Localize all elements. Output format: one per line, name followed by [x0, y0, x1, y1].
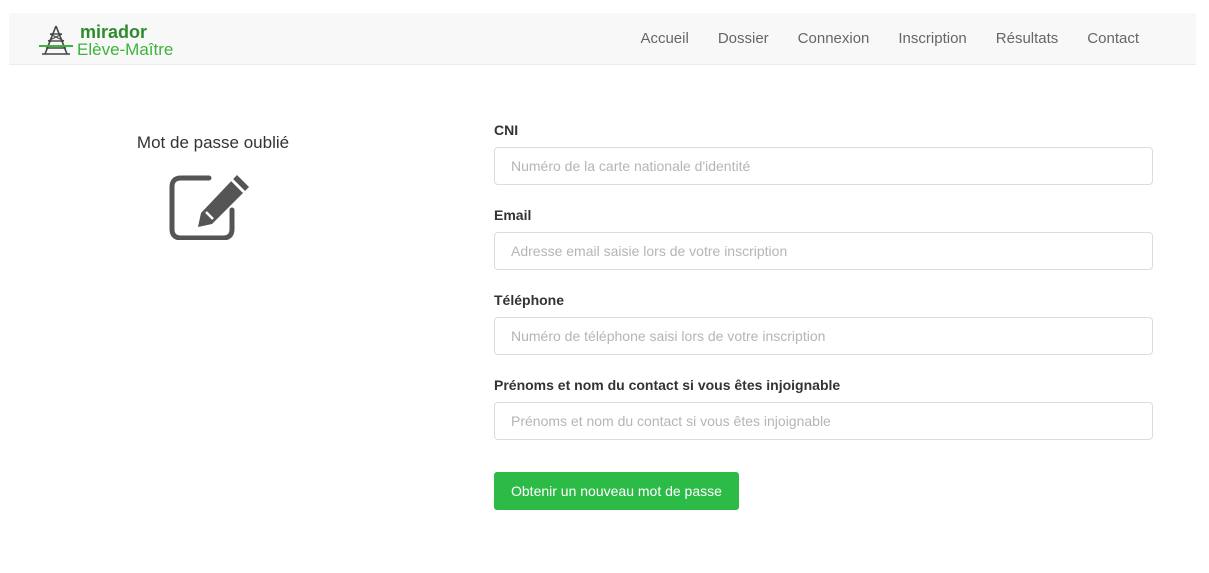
brand-subtitle: Elève-Maître — [77, 40, 174, 59]
main-nav: Accueil Dossier Connexion Inscription Ré… — [611, 13, 1139, 64]
nav-link-accueil[interactable]: Accueil — [640, 30, 688, 47]
password-reset-form: CNI Email Téléphone Prénoms et nom du co… — [494, 120, 1153, 460]
page-title: Mot de passe oublié — [136, 133, 290, 152]
cni-input[interactable] — [494, 147, 1153, 185]
nav-link-dossier[interactable]: Dossier — [718, 30, 769, 47]
top-navbar: mirador Elève-Maître Accueil Dossier Con… — [9, 13, 1196, 65]
nav-link-connexion[interactable]: Connexion — [798, 30, 870, 47]
brand-logo[interactable]: mirador Elève-Maître — [39, 22, 199, 64]
phone-input[interactable] — [494, 317, 1153, 355]
submit-button[interactable]: Obtenir un nouveau mot de passe — [494, 472, 739, 510]
email-label: Email — [494, 207, 532, 223]
nav-link-contact[interactable]: Contact — [1087, 30, 1139, 47]
nav-link-inscription[interactable]: Inscription — [898, 30, 966, 47]
cni-label: CNI — [494, 122, 519, 138]
email-input[interactable] — [494, 232, 1153, 270]
brand-name: mirador — [80, 22, 148, 42]
nav-link-resultats[interactable]: Résultats — [996, 30, 1059, 47]
contact-name-label: Prénoms et nom du contact si vous êtes i… — [494, 377, 841, 393]
phone-label: Téléphone — [494, 292, 565, 308]
contact-name-input[interactable] — [494, 402, 1153, 440]
edit-icon — [169, 175, 249, 240]
tower-icon — [39, 25, 73, 55]
